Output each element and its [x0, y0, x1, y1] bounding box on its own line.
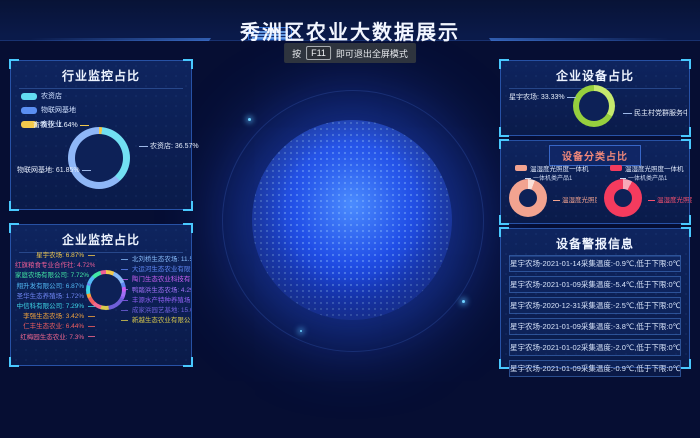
alarm-row: 星宇农场-2021-01-09采集温度:-5.4℃,低于下限:0℃ — [509, 276, 681, 293]
alarm-list: 星宇农场-2021-01-14采集温度:-0.9℃,低于下限:0℃ 星宇农场-2… — [509, 255, 681, 381]
enterprise-label: 丰源水产特种养殖场: 1. — [121, 296, 191, 306]
enterprise-label: 鸭踏浜生态农场: 4.29 — [121, 286, 191, 296]
device-donut-right[interactable] — [604, 179, 642, 217]
enterprise-label: 新越生态农业有限公司: 6.87 — [121, 316, 191, 326]
spark-dot — [300, 330, 302, 332]
legend-color-chip — [515, 165, 527, 171]
industry-callout-store: 农资店: 36.57% — [137, 141, 199, 151]
tooltip-prefix: 按 — [292, 47, 301, 60]
panel-title: 设备警报信息 — [509, 235, 681, 257]
page-title: 秀洲区农业大数据展示 — [0, 16, 700, 45]
fullscreen-tooltip: 按 F11 即可退出全屏模式 — [284, 43, 416, 63]
alarm-row: 星宇农场-2021-01-14采集温度:-0.9℃,低于下限:0℃ — [509, 255, 681, 272]
enterprise-label: 陶门生态农业科技有限公 — [121, 275, 191, 285]
panel-enterprise-monitor: 企业监控占比 星宇农场: 6.87% 红旗粮食专业合作社: 4.72% 家庭农场… — [10, 224, 192, 366]
enterprise-label: 大运河生态农业有限责任公 — [121, 265, 191, 275]
legend-color-chip — [610, 165, 622, 171]
alarm-row: 星宇农场-2021-01-02采集温度:-2.0℃,低于下限:0℃ — [509, 339, 681, 356]
equipment-donut-chart[interactable] — [573, 85, 615, 127]
tooltip-suffix: 即可退出全屏模式 — [336, 47, 408, 60]
industry-callout-iot: 物联网基地: 61.85% — [17, 165, 93, 175]
panel-device-alarms: 设备警报信息 星宇农场-2021-01-14采集温度:-0.9℃,低于下限:0℃… — [500, 228, 690, 368]
industry-callout-livestock: 畜牧业: 1.64% — [33, 120, 91, 130]
spark-dot — [462, 300, 465, 303]
device-legend-left[interactable]: 温湿度光照度一体机 — [515, 163, 589, 173]
legend-item[interactable]: 物联网基地 — [21, 105, 76, 115]
enterprise-label: 家庭农场有限公司: 7.72% — [15, 271, 95, 281]
alarm-row: 星宇农场-2021-01-09采集温度:-3.8℃,低于下限:0℃ — [509, 318, 681, 335]
dashboard: 秀洲区农业大数据展示 按 F11 即可退出全屏模式 行业监控占比 农资店 物联网… — [0, 0, 700, 438]
device-mainlabel-left: 温湿度光照度一 — [553, 194, 597, 204]
enterprise-label: 李强生态农场: 3.42% — [15, 312, 95, 322]
enterprise-label: 圣华生态养殖场: 1.72% — [15, 292, 95, 302]
panel-industry-monitor: 行业监控占比 农资店 物联网基地 畜牧业 — [10, 60, 192, 210]
legend-label: 农资店 — [41, 91, 62, 101]
enterprise-donut-chart[interactable] — [86, 270, 126, 310]
legend-label: 温湿度光照度一体机 — [625, 163, 684, 173]
enterprise-labels-right: 北刘桥生态农场: 11.56% 大运河生态农业有限责任公 陶门生态农业科技有限公… — [121, 255, 191, 326]
device-mainlabel-right: 温湿度光照度一 — [648, 194, 692, 204]
enterprise-label: 北刘桥生态农场: 11.56% — [121, 255, 191, 265]
legend-color-chip — [21, 93, 37, 100]
equipment-callout-left: 星宇农场: 33.33% — [509, 92, 578, 102]
panel-equipment-ratio: 企业设备占比 星宇农场: 33.33% 民主村党群服务中心: — [500, 60, 690, 136]
legend-label: 物联网基地 — [41, 105, 76, 115]
enterprise-label: 翔升发有限公司: 6.87% — [15, 282, 95, 292]
enterprise-labels-left: 星宇农场: 6.87% 红旗粮食专业合作社: 4.72% 家庭农场有限公司: 7… — [15, 251, 95, 343]
panel-title: 行业监控占比 — [19, 67, 183, 89]
alarm-row: 星宇农场-2021-01-09采集温度:-0.9℃,低于下限:0℃ — [509, 360, 681, 377]
enterprise-label: 红旗粮食专业合作社: 4.72% — [15, 261, 95, 271]
enterprise-label: 成家浜园艺基地: 15.02% — [121, 306, 191, 316]
enterprise-label: 仁丰生态农业: 6.44% — [15, 322, 95, 332]
industry-donut-chart[interactable] — [68, 127, 130, 189]
enterprise-label: 中信科有限公司: 7.29% — [15, 302, 95, 312]
device-donut-left[interactable] — [509, 179, 547, 217]
globe — [252, 120, 452, 320]
spark-dot — [248, 118, 251, 121]
enterprise-label: 红梅园生态农业: 7.3% — [15, 333, 95, 343]
legend-item[interactable]: 农资店 — [21, 91, 76, 101]
panel-device-classification: 设备分类占比 温湿度光照度一体机 一体机类产品1 温湿度光照度一 温湿度光照度一… — [500, 140, 690, 224]
alarm-row: 星宇农场-2020-12-31采集温度:-2.5℃,低于下限:0℃ — [509, 297, 681, 314]
enterprise-label: 星宇农场: 6.87% — [15, 251, 95, 261]
legend-label: 温湿度光照度一体机 — [530, 163, 589, 173]
f11-keycap: F11 — [306, 46, 331, 60]
legend-color-chip — [21, 107, 37, 114]
panel-title: 企业监控占比 — [19, 231, 183, 253]
equipment-callout-right: 民主村党群服务中心: — [621, 108, 687, 118]
device-legend-right[interactable]: 温湿度光照度一体机 — [610, 163, 684, 173]
